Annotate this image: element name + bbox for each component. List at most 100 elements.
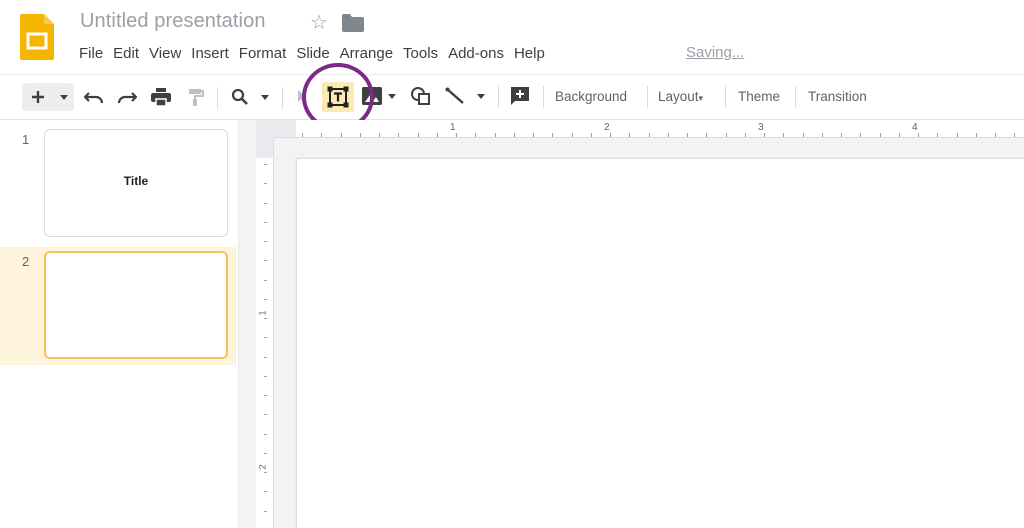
menu-bar: File Edit View Insert Format Slide Arran… (74, 44, 550, 64)
caret-down-icon (388, 93, 396, 99)
shape-button[interactable] (408, 82, 434, 110)
new-slide-button[interactable] (26, 83, 50, 111)
menu-tools[interactable]: Tools (398, 44, 443, 64)
ruler-tick (899, 133, 900, 137)
menu-slide[interactable]: Slide (291, 44, 334, 64)
ruler-tick (514, 133, 515, 137)
zoom-dropdown[interactable] (257, 83, 273, 111)
ruler-tick (264, 453, 267, 454)
ruler-tick (591, 133, 592, 137)
star-icon[interactable]: ☆ (310, 10, 328, 35)
document-title[interactable]: Untitled presentation (80, 10, 266, 33)
ruler-tick (1014, 133, 1015, 137)
menu-view[interactable]: View (144, 44, 186, 64)
slides-logo-icon[interactable] (20, 14, 54, 60)
ruler-tick (264, 164, 267, 165)
ruler-tick (264, 491, 267, 492)
slide-number: 1 (22, 132, 30, 147)
menu-arrange[interactable]: Arrange (335, 44, 398, 64)
ruler-tick (668, 133, 669, 137)
folder-icon[interactable] (342, 14, 364, 32)
ruler-tick (803, 133, 804, 137)
shape-icon (411, 87, 430, 105)
caret-down-icon (261, 94, 269, 100)
ruler-tick (264, 472, 267, 473)
ruler-tick (264, 434, 267, 435)
toolbar-separator (217, 87, 218, 109)
ruler-tick (475, 133, 476, 137)
ruler-tick (937, 133, 938, 137)
ruler-corner (256, 120, 274, 138)
ruler-tick (264, 241, 267, 242)
ruler-tick (321, 133, 322, 137)
app-header: Untitled presentation ☆ File Edit View I… (0, 0, 1024, 74)
slide-canvas[interactable] (296, 158, 1024, 528)
ruler-tick (495, 133, 496, 137)
layout-button[interactable]: Layout▾ (658, 89, 703, 104)
zoom-button[interactable] (228, 83, 252, 111)
redo-icon (117, 92, 137, 104)
paint-format-icon (189, 89, 204, 106)
ruler-number: 1 (450, 122, 456, 133)
undo-button[interactable] (82, 83, 106, 111)
ruler-tick (341, 133, 342, 137)
ruler-tick (822, 133, 823, 137)
save-status[interactable]: Saving... (686, 44, 744, 61)
ruler-tick (264, 203, 267, 204)
new-slide-layout-dropdown[interactable] (56, 83, 72, 111)
ruler-margin (274, 120, 296, 137)
undo-icon (84, 92, 104, 104)
slide-thumbnail-1[interactable]: Title (44, 129, 228, 237)
background-button[interactable]: Background (555, 89, 627, 104)
redo-button[interactable] (115, 83, 139, 111)
line-icon (445, 87, 464, 104)
ruler-tick (264, 357, 267, 358)
ruler-tick (610, 133, 611, 137)
ruler-tick (398, 133, 399, 137)
toolbar-separator (498, 86, 499, 108)
image-dropdown[interactable] (386, 82, 398, 110)
menu-insert[interactable]: Insert (186, 44, 234, 64)
ruler-tick (572, 133, 573, 137)
menu-add-ons[interactable]: Add-ons (443, 44, 509, 64)
caret-down-icon (60, 94, 68, 100)
insert-comment-button[interactable] (506, 82, 534, 110)
slide-thumbnail-title: Title (123, 174, 149, 188)
ruler-tick (957, 133, 958, 137)
caret-down-icon (477, 93, 485, 99)
ruler-tick (706, 133, 707, 137)
ruler-number: 2 (257, 464, 268, 470)
ruler-tick (360, 133, 361, 137)
ruler-number: 4 (912, 122, 918, 133)
horizontal-ruler[interactable]: 1 2 3 4 (274, 120, 1024, 138)
ruler-tick (264, 376, 267, 377)
ruler-tick (629, 133, 630, 137)
transition-button[interactable]: Transition (808, 89, 867, 104)
layout-label: Layout (658, 89, 699, 104)
line-button[interactable] (442, 82, 468, 110)
ruler-tick (880, 133, 881, 137)
menu-help[interactable]: Help (509, 44, 550, 64)
print-button[interactable] (148, 83, 174, 111)
ruler-number: 3 (758, 122, 764, 133)
slide-number: 2 (22, 254, 30, 269)
ruler-tick (995, 133, 996, 137)
ruler-tick (264, 337, 267, 338)
slide-thumbnail-2[interactable] (44, 251, 228, 359)
ruler-tick (687, 133, 688, 137)
ruler-tick (456, 133, 457, 137)
ruler-tick (264, 222, 267, 223)
ruler-tick (264, 414, 267, 415)
toolbar-separator (725, 86, 726, 108)
menu-file[interactable]: File (74, 44, 108, 64)
vertical-ruler[interactable]: 1 2 (256, 138, 274, 528)
ruler-tick (264, 395, 267, 396)
theme-button[interactable]: Theme (738, 89, 780, 104)
line-dropdown[interactable] (474, 82, 488, 110)
ruler-tick (264, 511, 267, 512)
ruler-tick (745, 133, 746, 137)
menu-format[interactable]: Format (234, 44, 292, 64)
menu-edit[interactable]: Edit (108, 44, 144, 64)
paint-format-button[interactable] (183, 83, 209, 111)
ruler-tick (841, 133, 842, 137)
